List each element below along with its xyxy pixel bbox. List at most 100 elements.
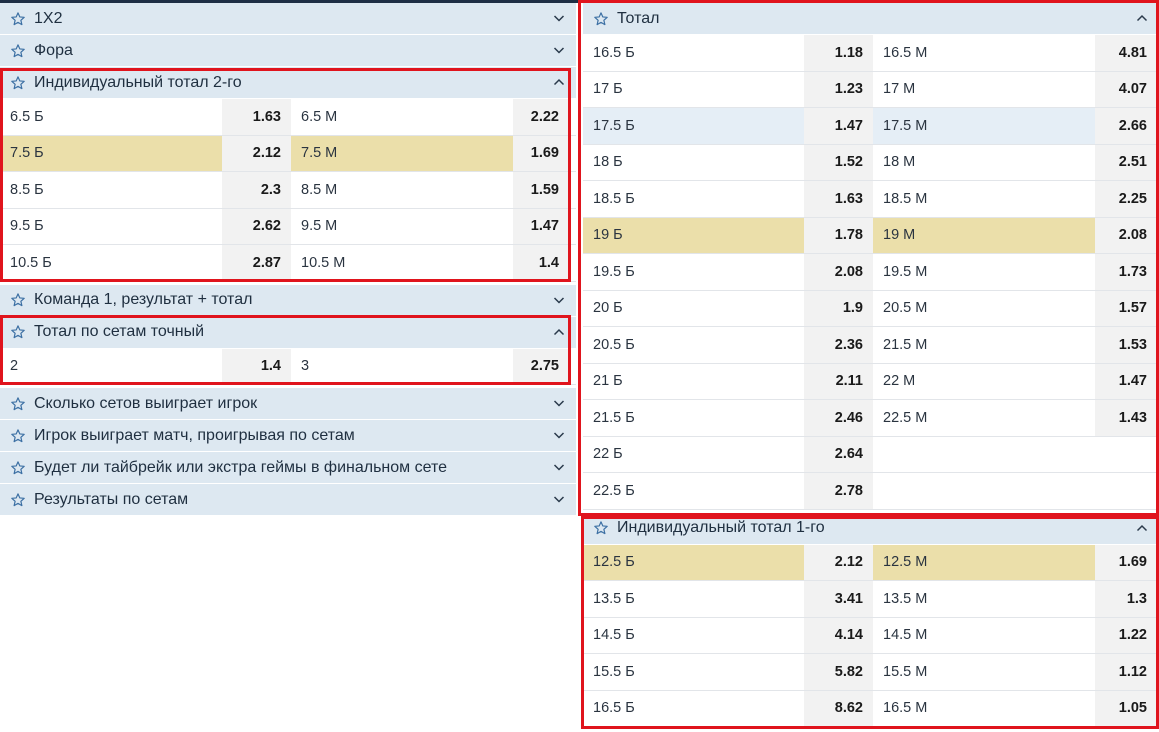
outcome-label-under[interactable]: 19 М xyxy=(873,217,1095,253)
market-header[interactable]: Сколько сетов выиграет игрок xyxy=(0,388,576,420)
chevron-down-icon[interactable] xyxy=(552,460,566,474)
odds-value-over[interactable]: 2.78 xyxy=(804,473,873,509)
outcome-label-under[interactable]: 20.5 М xyxy=(873,291,1095,327)
odds-value-under[interactable]: 1.47 xyxy=(513,208,569,244)
outcome-label-under[interactable]: 16.5 М xyxy=(873,35,1095,71)
outcome-label-over[interactable]: 22 Б xyxy=(583,437,804,473)
outcome-label-over[interactable]: 2 xyxy=(0,349,222,385)
odds-value-over[interactable]: 5.82 xyxy=(804,654,873,690)
odds-value-under[interactable]: 1.69 xyxy=(513,135,569,171)
outcome-label-under[interactable]: 7.5 М xyxy=(291,135,513,171)
outcome-label-over[interactable]: 21.5 Б xyxy=(583,400,804,436)
odds-value-over[interactable]: 8.62 xyxy=(804,690,873,726)
outcome-label-under[interactable]: 12.5 М xyxy=(873,544,1095,580)
odds-value-over[interactable]: 2.64 xyxy=(804,436,873,472)
odds-value-over[interactable]: 1.9 xyxy=(804,290,873,326)
outcome-label-over[interactable]: 22.5 Б xyxy=(583,473,804,509)
outcome-label-under[interactable]: 13.5 М xyxy=(873,581,1095,617)
market-header[interactable]: Игрок выиграет матч, проигрывая по сетам xyxy=(0,420,576,452)
odds-value-under[interactable]: 1.73 xyxy=(1095,254,1157,290)
market-header-ind-total-2[interactable]: Индивидуальный тотал 2-го xyxy=(0,67,576,99)
star-outline-icon[interactable] xyxy=(10,11,26,27)
odds-value-under[interactable]: 2.75 xyxy=(513,348,569,384)
chevron-down-icon[interactable] xyxy=(552,43,566,57)
outcome-label-over[interactable]: 13.5 Б xyxy=(583,581,804,617)
odds-value-under[interactable]: 2.66 xyxy=(1095,108,1157,144)
odds-value-over[interactable]: 1.78 xyxy=(804,217,873,253)
odds-value-over[interactable]: 4.14 xyxy=(804,617,873,653)
odds-value-under[interactable]: 1.43 xyxy=(1095,400,1157,436)
odds-value-over[interactable]: 1.23 xyxy=(804,71,873,107)
outcome-label-over[interactable]: 16.5 Б xyxy=(583,35,804,71)
odds-value-over[interactable]: 2.3 xyxy=(222,172,291,208)
outcome-label-over[interactable]: 14.5 Б xyxy=(583,618,804,654)
odds-value-over[interactable]: 2.12 xyxy=(222,135,291,171)
outcome-label-over[interactable]: 16.5 Б xyxy=(583,691,804,727)
outcome-label-under[interactable]: 17 М xyxy=(873,72,1095,108)
outcome-label-under[interactable]: 18.5 М xyxy=(873,181,1095,217)
odds-value-over[interactable]: 1.18 xyxy=(804,35,873,71)
outcome-label-over[interactable]: 18.5 Б xyxy=(583,181,804,217)
outcome-label-over[interactable]: 6.5 Б xyxy=(0,99,222,135)
outcome-label-over[interactable]: 10.5 Б xyxy=(0,245,222,281)
star-outline-icon[interactable] xyxy=(10,43,26,59)
outcome-label-under[interactable]: 22 М xyxy=(873,364,1095,400)
odds-value-over[interactable]: 2.36 xyxy=(804,327,873,363)
star-outline-icon[interactable] xyxy=(10,428,26,444)
odds-value-under[interactable]: 4.07 xyxy=(1095,71,1157,107)
outcome-label-under[interactable]: 9.5 М xyxy=(291,209,513,245)
chevron-down-icon[interactable] xyxy=(552,293,566,307)
odds-value-under[interactable]: 2.08 xyxy=(1095,217,1157,253)
chevron-up-icon[interactable] xyxy=(552,325,566,339)
odds-value-over[interactable]: 2.46 xyxy=(804,400,873,436)
outcome-label-over[interactable]: 19 Б xyxy=(583,217,804,253)
odds-value-over[interactable]: 2.62 xyxy=(222,208,291,244)
odds-value-over[interactable]: 1.63 xyxy=(222,99,291,135)
outcome-label-under[interactable]: 22.5 М xyxy=(873,400,1095,436)
outcome-label-under[interactable]: 16.5 М xyxy=(873,691,1095,727)
odds-value-under[interactable]: 2.25 xyxy=(1095,181,1157,217)
odds-value-over[interactable]: 2.87 xyxy=(222,245,291,281)
star-outline-icon[interactable] xyxy=(593,11,609,27)
odds-value-under[interactable]: 1.22 xyxy=(1095,617,1157,653)
odds-value-under[interactable]: 1.57 xyxy=(1095,290,1157,326)
odds-value-under[interactable]: 1.4 xyxy=(513,245,569,281)
chevron-down-icon[interactable] xyxy=(552,396,566,410)
odds-value-over[interactable]: 1.47 xyxy=(804,108,873,144)
odds-value-over[interactable]: 1.52 xyxy=(804,144,873,180)
outcome-label-under[interactable]: 3 xyxy=(291,349,513,385)
odds-value-under[interactable]: 1.3 xyxy=(1095,581,1157,617)
outcome-label-under[interactable]: 15.5 М xyxy=(873,654,1095,690)
odds-value-over[interactable]: 2.12 xyxy=(804,544,873,580)
market-header-sets-exact[interactable]: Тотал по сетам точный xyxy=(0,316,576,349)
market-header[interactable]: Фора xyxy=(0,35,576,67)
outcome-label-over[interactable]: 15.5 Б xyxy=(583,654,804,690)
outcome-label-over[interactable]: 7.5 Б xyxy=(0,135,222,171)
outcome-label-under[interactable]: 10.5 М xyxy=(291,245,513,281)
star-outline-icon[interactable] xyxy=(10,460,26,476)
odds-value-over[interactable]: 3.41 xyxy=(804,581,873,617)
market-header[interactable]: 1X2 xyxy=(0,3,576,35)
star-outline-icon[interactable] xyxy=(593,520,609,536)
chevron-down-icon[interactable] xyxy=(552,11,566,25)
market-header[interactable]: Команда 1, результат + тотал xyxy=(0,284,576,317)
outcome-label-over[interactable]: 21 Б xyxy=(583,364,804,400)
outcome-label-over[interactable]: 20 Б xyxy=(583,291,804,327)
market-header[interactable]: Результаты по сетам xyxy=(0,484,576,516)
star-outline-icon[interactable] xyxy=(10,75,26,91)
market-header[interactable]: Будет ли тайбрейк или экстра геймы в фин… xyxy=(0,452,576,484)
odds-value-over[interactable]: 2.08 xyxy=(804,254,873,290)
odds-value-under[interactable]: 1.12 xyxy=(1095,654,1157,690)
star-outline-icon[interactable] xyxy=(10,396,26,412)
chevron-up-icon[interactable] xyxy=(1135,11,1149,25)
odds-value-under[interactable]: 1.69 xyxy=(1095,544,1157,580)
outcome-label-under[interactable]: 17.5 М xyxy=(873,108,1095,144)
chevron-up-icon[interactable] xyxy=(552,75,566,89)
outcome-label-under[interactable]: 6.5 М xyxy=(291,99,513,135)
outcome-label-under[interactable]: 18 М xyxy=(873,145,1095,181)
outcome-label-over[interactable]: 9.5 Б xyxy=(0,209,222,245)
outcome-label-under[interactable]: 21.5 М xyxy=(873,327,1095,363)
market-header-total[interactable]: Тотал xyxy=(583,3,1159,35)
odds-value-under[interactable]: 1.47 xyxy=(1095,363,1157,399)
chevron-up-icon[interactable] xyxy=(1135,521,1149,535)
